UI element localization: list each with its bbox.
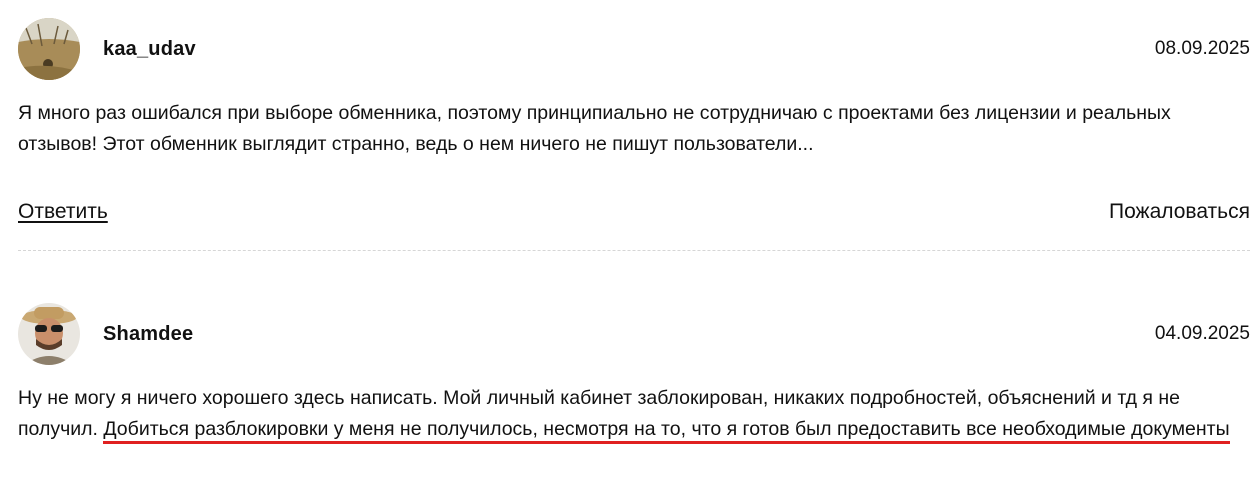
comment-text: Я много раз ошибался при выборе обменник…: [18, 102, 1171, 155]
avatar: [18, 18, 80, 80]
comment-header: kaa_udav 08.09.2025: [18, 18, 1250, 80]
comment-header: Shamdee 04.09.2025: [18, 303, 1250, 365]
comment-actions: Ответить Пожаловаться: [18, 200, 1250, 230]
comment-item: Shamdee 04.09.2025 Ну не могу я ничего х…: [18, 303, 1250, 445]
username: Shamdee: [103, 323, 194, 345]
comment-text-highlighted: Добиться разблокировки у меня не получил…: [103, 418, 1230, 444]
comment-date: 04.09.2025: [1154, 323, 1250, 344]
reply-link[interactable]: Ответить: [18, 200, 108, 224]
avatar: [18, 303, 80, 365]
complain-link[interactable]: Пожаловаться: [1109, 200, 1250, 224]
avatar-photo-field-icon: [18, 18, 80, 80]
avatar-photo-man-hat-icon: [18, 303, 80, 365]
comment-text: Ну не могу я ничего хорошего здесь напис…: [18, 383, 1250, 445]
comment-date: 08.09.2025: [1154, 38, 1250, 59]
username: kaa_udav: [103, 38, 196, 60]
comment-divider: [18, 250, 1250, 251]
comment-item: kaa_udav 08.09.2025 Я много раз ошибался…: [18, 18, 1250, 160]
